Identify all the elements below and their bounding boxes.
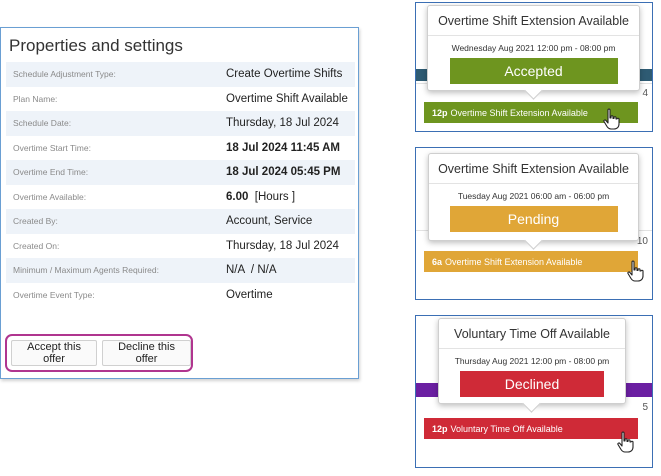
event-time: 6a	[432, 256, 443, 267]
prop-label: Schedule Adjustment Type:	[13, 69, 116, 80]
prop-value: Overtime	[226, 288, 273, 301]
overtime-hours-unit: [Hours ]	[254, 190, 296, 203]
prop-label: Schedule Date:	[13, 118, 72, 129]
prop-label: Overtime Event Type:	[13, 289, 95, 300]
prop-row-end-time: Overtime End Time: 18 Jul 2024 05:45 PM	[6, 160, 355, 185]
calendar-event[interactable]: 12p Voluntary Time Off Available	[424, 418, 638, 439]
decline-offer-button[interactable]: Decline this offer	[102, 340, 191, 366]
event-label: Overtime Shift Extension Available	[445, 256, 583, 267]
status-badge-accepted: Accepted	[449, 58, 618, 84]
hand-pointer-icon	[603, 108, 620, 130]
overtime-hours-value: 6.00	[226, 190, 249, 203]
prop-row-start-time: Overtime Start Time: 18 Jul 2024 11:45 A…	[6, 136, 355, 161]
offer-actions: Accept this offer Decline this offer	[5, 334, 193, 372]
prop-row-event-type: Overtime Event Type: Overtime	[6, 283, 355, 308]
prop-value: Create Overtime Shifts	[226, 68, 343, 81]
tooltip-date: Thursday Aug 2021 12:00 pm - 08:00 pm	[454, 356, 610, 366]
prop-label: Minimum / Maximum Agents Required:	[13, 265, 159, 276]
prop-label: Overtime Available:	[13, 191, 87, 202]
event-tooltip: Overtime Shift Extension Available Wedne…	[427, 5, 640, 91]
prop-row-overtime-available: Overtime Available: 6.00 [Hours ]	[6, 185, 355, 210]
hand-pointer-icon	[617, 431, 634, 453]
event-time: 12p	[432, 107, 448, 118]
day-number: 4	[642, 88, 648, 99]
prop-label: Overtime End Time:	[13, 167, 89, 178]
prop-label: Plan Name:	[13, 93, 58, 104]
status-badge-pending: Pending	[449, 206, 618, 232]
status-badge-declined: Declined	[460, 371, 604, 397]
prop-row-adjustment-type: Schedule Adjustment Type: Create Overtim…	[6, 62, 355, 87]
hand-pointer-icon	[627, 260, 644, 282]
prop-value: N/A / N/A	[226, 264, 277, 277]
day-number: 5	[642, 402, 648, 413]
tooltip-title: Overtime Shift Extension Available	[428, 6, 639, 36]
prop-row-created-on: Created On: Thursday, 18 Jul 2024	[6, 234, 355, 259]
properties-list: Schedule Adjustment Type: Create Overtim…	[6, 62, 355, 307]
event-tooltip: Voluntary Time Off Available Thursday Au…	[438, 318, 626, 404]
prop-row-agents-required: Minimum / Maximum Agents Required: N/A /…	[6, 258, 355, 283]
prop-label: Created By:	[13, 216, 58, 227]
prop-value: 18 Jul 2024 11:45 AM	[226, 141, 341, 154]
event-label: Voluntary Time Off Available	[450, 423, 563, 434]
calendar-card-declined: 5 12p Voluntary Time Off Available Volun…	[415, 315, 653, 468]
calendar-event[interactable]: 6a Overtime Shift Extension Available	[424, 251, 638, 272]
accept-offer-button[interactable]: Accept this offer	[11, 340, 98, 366]
prop-value: Thursday, 18 Jul 2024	[226, 117, 339, 130]
calendar-card-accepted: 4 12p Overtime Shift Extension Available…	[415, 2, 653, 132]
prop-row-created-by: Created By: Account, Service	[6, 209, 355, 234]
prop-value: Account, Service	[226, 215, 313, 228]
prop-value: 18 Jul 2024 05:45 PM	[226, 166, 341, 179]
properties-panel: Properties and settings Schedule Adjustm…	[0, 27, 359, 379]
prop-label: Overtime Start Time:	[13, 142, 91, 153]
tooltip-title: Overtime Shift Extension Available	[429, 154, 638, 184]
tooltip-title: Voluntary Time Off Available	[439, 319, 625, 349]
panel-title: Properties and settings	[9, 36, 183, 55]
tooltip-date: Tuesday Aug 2021 06:00 am - 06:00 pm	[457, 191, 610, 201]
prop-value: Overtime Shift Available	[226, 92, 348, 105]
event-tooltip: Overtime Shift Extension Available Tuesd…	[428, 153, 639, 241]
calendar-card-pending: 10 6a Overtime Shift Extension Available…	[415, 147, 653, 300]
prop-row-plan-name: Plan Name: Overtime Shift Available	[6, 87, 355, 112]
tooltip-date: Wednesday Aug 2021 12:00 pm - 08:00 pm	[451, 43, 616, 53]
prop-value: Thursday, 18 Jul 2024	[226, 239, 339, 252]
event-time: 12p	[432, 423, 448, 434]
prop-value: 6.00 [Hours ]	[226, 191, 295, 203]
prop-label: Created On:	[13, 240, 60, 251]
prop-row-schedule-date: Schedule Date: Thursday, 18 Jul 2024	[6, 111, 355, 136]
event-label: Overtime Shift Extension Available	[450, 107, 588, 118]
